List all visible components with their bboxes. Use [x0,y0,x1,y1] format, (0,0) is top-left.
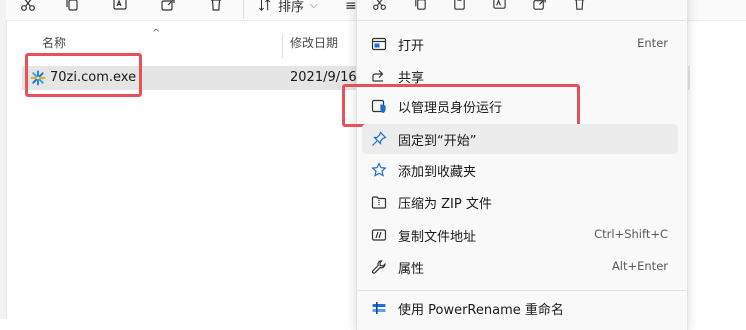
menu-item-label: 固定到“开始” [398,134,477,149]
menu-cut-icon[interactable] [370,0,388,12]
navigation-pane-edge [0,0,7,319]
toolbar-divider [243,0,244,18]
menu-delete-icon[interactable] [570,0,588,12]
menu-divider [356,290,686,291]
zip-folder-icon [371,194,387,210]
sort-ascending-icon: ^ [152,28,161,39]
copy-path-icon [371,227,387,243]
view-button[interactable]: ≡ [345,0,357,14]
menu-item-pin-to-start[interactable]: 固定到“开始” [362,124,678,154]
menu-item-open[interactable]: 打开 Enter [362,29,678,59]
share-icon [371,68,387,84]
pin-icon [371,131,387,147]
menu-item-compress-zip[interactable]: 压缩为 ZIP 文件 [362,187,678,217]
menu-item-label: 使用 PowerRename 重命名 [398,303,564,318]
menu-share-icon[interactable] [530,0,548,12]
menu-item-label: 复制文件地址 [398,230,477,245]
wrench-icon [371,259,387,275]
sort-icon [258,0,271,11]
menu-rename-icon[interactable] [490,0,508,12]
rename-icon[interactable] [110,0,130,14]
star-icon [371,162,387,178]
share-toolbar-icon[interactable] [158,0,178,14]
copy-icon[interactable] [62,0,82,14]
menu-item-label: 打开 [398,39,425,54]
powerrename-icon [371,300,387,316]
chevron-down-icon: ⌵ [310,0,318,11]
annotation-highlight-file [25,53,142,97]
menu-item-label: 压缩为 ZIP 文件 [398,197,492,212]
sort-label: 排序 [278,0,305,15]
menu-item-properties[interactable]: 属性 Alt+Enter [362,252,678,282]
column-header-modified[interactable]: 修改日期 [290,34,338,58]
menu-item-shortcut: Ctrl+Shift+C [594,227,668,241]
cut-icon[interactable] [18,0,38,14]
menu-item-add-to-favorites[interactable]: 添加到收藏夹 [362,155,678,185]
delete-icon[interactable] [206,0,226,14]
menu-copy-icon[interactable] [411,0,429,12]
menu-item-label: 属性 [398,262,425,277]
menu-divider [356,20,686,21]
menu-item-shortcut: Alt+Enter [611,259,668,273]
menu-paste-icon[interactable] [450,0,468,12]
open-app-icon [371,36,387,52]
menu-item-copy-path[interactable]: 复制文件地址 Ctrl+Shift+C [362,220,678,250]
menu-item-label: 添加到收藏夹 [398,165,477,180]
menu-item-shortcut: Enter [637,36,668,50]
sort-button[interactable]: 排序 ⌵ [258,0,318,15]
annotation-highlight-run-as-admin [342,84,580,127]
column-divider[interactable] [282,34,283,58]
